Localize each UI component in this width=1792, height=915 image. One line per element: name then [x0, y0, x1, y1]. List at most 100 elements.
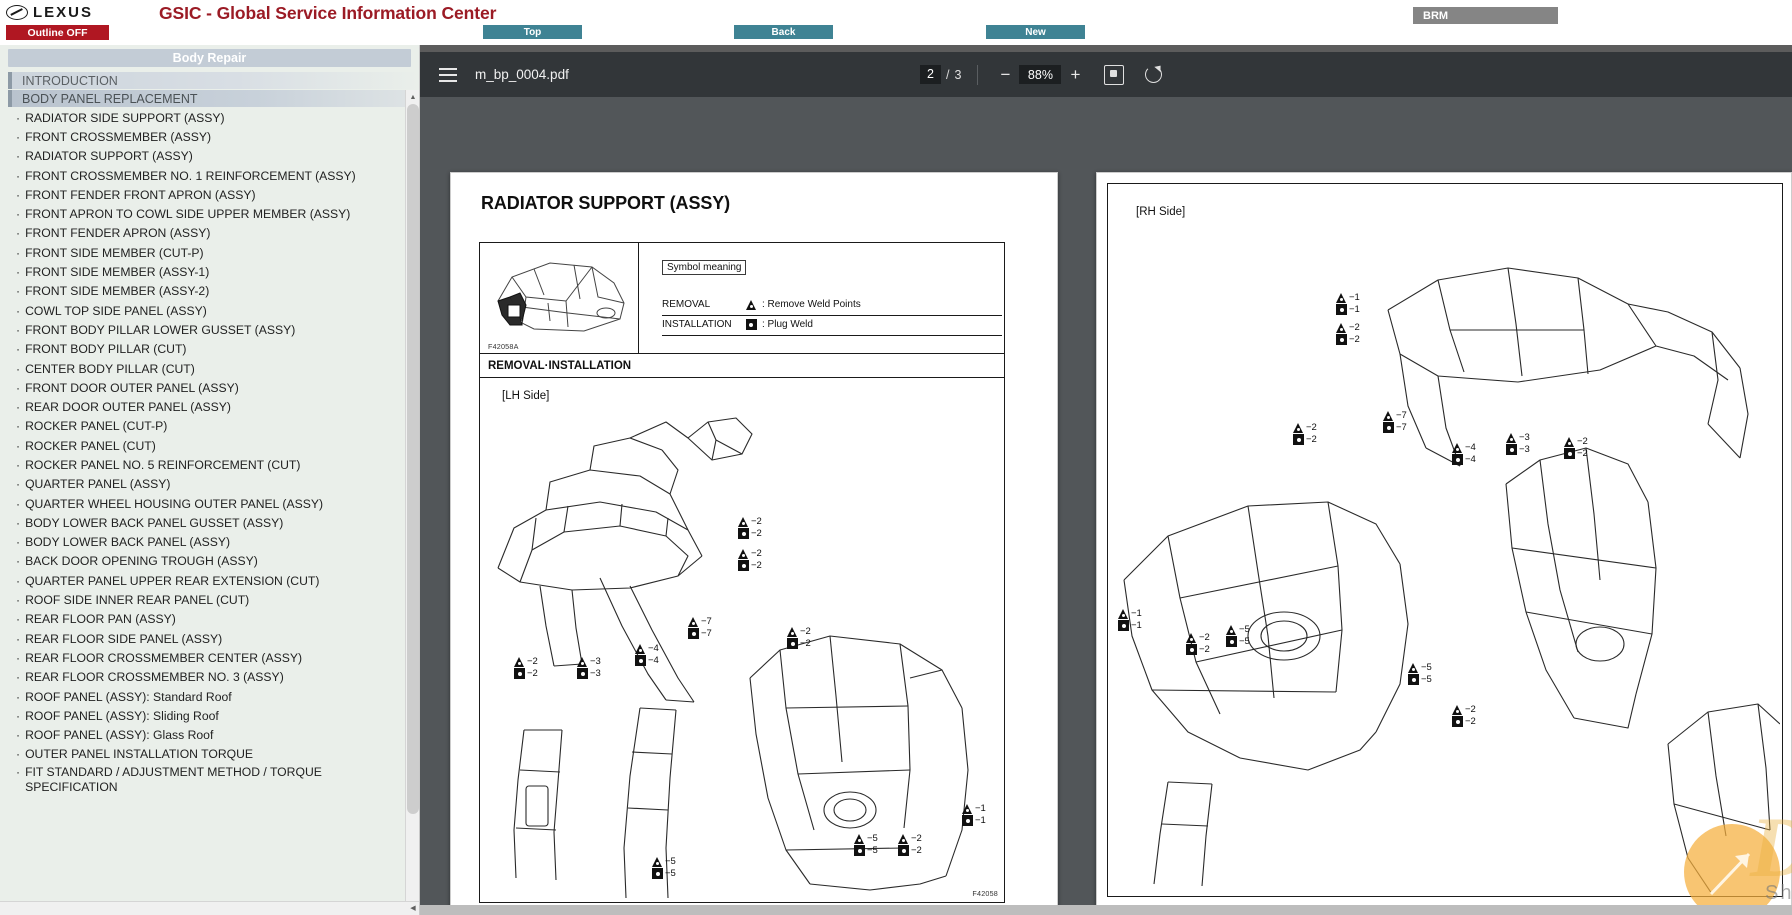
document-heading: RADIATOR SUPPORT (ASSY) — [481, 193, 731, 213]
toc-item-label: COWL TOP SIDE PANEL (ASSY) — [25, 303, 207, 318]
lexus-emblem-icon — [6, 5, 28, 20]
toc-item[interactable]: · ROOF SIDE INNER REAR PANEL (CUT) — [0, 590, 419, 609]
rotate-icon[interactable] — [1144, 62, 1165, 85]
callout-group: −2 −2 — [1186, 632, 1210, 655]
zoom-in-button[interactable]: + — [1064, 64, 1086, 86]
callout-group: −1 −1 — [1336, 292, 1360, 315]
hamburger-menu-icon[interactable] — [439, 64, 461, 86]
nav-top-button[interactable]: Top — [483, 25, 582, 39]
toc-item[interactable]: · FRONT CROSSMEMBER NO. 1 REINFORCEMENT (… — [0, 166, 419, 185]
callout-group: −2 −2 — [787, 626, 811, 649]
toc-item[interactable]: · QUARTER WHEEL HOUSING OUTER PANEL (ASSY… — [0, 494, 419, 513]
toc-item-label: ROCKER PANEL (CUT-P) — [25, 419, 168, 434]
toc-bullet-icon: · — [16, 265, 21, 280]
toc-item[interactable]: · FRONT APRON TO COWL SIDE UPPER MEMBER (… — [0, 204, 419, 223]
toc-item[interactable]: · FRONT BODY PILLAR LOWER GUSSET (ASSY) — [0, 320, 419, 339]
toc-item[interactable]: · ROCKER PANEL NO. 5 REINFORCEMENT (CUT) — [0, 455, 419, 474]
toc-item[interactable]: · BODY LOWER BACK PANEL GUSSET (ASSY) — [0, 513, 419, 532]
scroll-up-arrow-icon[interactable]: ▲ — [406, 90, 419, 104]
toc-item[interactable]: · OUTER PANEL INSTALLATION TORQUE — [0, 745, 419, 764]
toc-item[interactable]: · REAR FLOOR CROSSMEMBER CENTER (ASSY) — [0, 648, 419, 667]
sidebar-scroll-thumb[interactable] — [407, 104, 419, 814]
toc-item-label: CENTER BODY PILLAR (CUT) — [25, 361, 195, 376]
toc-item[interactable]: · RADIATOR SIDE SUPPORT (ASSY) — [0, 108, 419, 127]
toc-item[interactable]: · FRONT DOOR OUTER PANEL (ASSY) — [0, 378, 419, 397]
toc-item[interactable]: · FRONT SIDE MEMBER (ASSY-2) — [0, 282, 419, 301]
callout-group: −2 −2 — [1336, 322, 1360, 345]
toc-item[interactable]: · FRONT FENDER FRONT APRON (ASSY) — [0, 185, 419, 204]
top-brand-bar: LEXUS GSIC - Global Service Information … — [0, 0, 1792, 45]
toc-item[interactable]: · ROOF PANEL (ASSY): Sliding Roof — [0, 706, 419, 725]
toc-bullet-icon: · — [16, 496, 21, 511]
toc-item[interactable]: · FRONT FENDER APRON (ASSY) — [0, 224, 419, 243]
toc-item-label: BODY LOWER BACK PANEL (ASSY) — [25, 535, 231, 550]
callout-group: −5 −5 — [1408, 662, 1432, 685]
toc-item[interactable]: · FRONT CROSSMEMBER (ASSY) — [0, 127, 419, 146]
toc-item-list: · RADIATOR SIDE SUPPORT (ASSY) · FRONT CROS… — [0, 108, 419, 794]
scroll-left-arrow-icon[interactable]: ◀ — [406, 901, 419, 915]
vehicle-body-thumbnail-icon — [497, 262, 625, 332]
toc-item[interactable]: · REAR FLOOR SIDE PANEL (ASSY) — [0, 629, 419, 648]
nav-new-button[interactable]: New — [986, 25, 1085, 39]
pdf-scroll-area[interactable]: RADIATOR SUPPORT (ASSY) F42058A Symbol m… — [420, 97, 1792, 915]
toc-item[interactable]: · RADIATOR SUPPORT (ASSY) — [0, 147, 419, 166]
zoom-level-value[interactable]: 88% — [1019, 65, 1062, 84]
toc-item-label: ROOF PANEL (ASSY): Sliding Roof — [25, 708, 219, 723]
toc-item[interactable]: · ROCKER PANEL (CUT-P) — [0, 417, 419, 436]
sidebar-vertical-scrollbar[interactable]: ▲ ▼ — [405, 90, 419, 915]
manual-code-badge[interactable]: BRM — [1413, 7, 1558, 24]
toc-item-label: ROOF PANEL (ASSY): Glass Roof — [25, 728, 214, 743]
sidebar-section-label: INTRODUCTION — [22, 73, 118, 88]
toc-item-label: BODY LOWER BACK PANEL GUSSET (ASSY) — [25, 515, 284, 530]
toc-bullet-icon: · — [16, 129, 21, 144]
toc-item[interactable]: · REAR FLOOR PAN (ASSY) — [0, 610, 419, 629]
fit-page-icon[interactable] — [1104, 64, 1125, 85]
toc-bullet-icon: · — [16, 207, 21, 222]
toc-item[interactable]: · REAR FLOOR CROSSMEMBER NO. 3 (ASSY) — [0, 668, 419, 687]
sidebar-section-body-panel-replacement[interactable]: BODY PANEL REPLACEMENT — [8, 90, 419, 107]
rh-side-label: [RH Side] — [1136, 206, 1186, 218]
toc-item[interactable]: · CENTER BODY PILLAR (CUT) — [0, 359, 419, 378]
nav-back-button[interactable]: Back — [734, 25, 833, 39]
zoom-out-button[interactable]: − — [994, 64, 1016, 86]
toc-item[interactable]: · BODY LOWER BACK PANEL (ASSY) — [0, 533, 419, 552]
toc-bullet-icon: · — [16, 728, 21, 743]
pdf-toolbar-controls: 2 / 3 − 88% + — [920, 62, 1165, 86]
toc-item-label: FRONT FENDER APRON (ASSY) — [25, 226, 211, 241]
toc-item-label: FRONT SIDE MEMBER (ASSY-1) — [25, 265, 210, 280]
toc-item[interactable]: · ROOF PANEL (ASSY): Glass Roof — [0, 726, 419, 745]
toc-item[interactable]: · FRONT SIDE MEMBER (ASSY-1) — [0, 262, 419, 281]
toc-bullet-icon: · — [16, 419, 21, 434]
callout-group: −3 −3 — [577, 656, 601, 679]
toc-item[interactable]: · ROCKER PANEL (CUT) — [0, 436, 419, 455]
page-number-input[interactable]: 2 — [920, 65, 941, 84]
outline-toggle-button[interactable]: Outline OFF — [6, 25, 109, 40]
callout-group: −2 −2 — [738, 548, 762, 571]
toc-bullet-icon: · — [16, 438, 21, 453]
toc-item[interactable]: · COWL TOP SIDE PANEL (ASSY) — [0, 301, 419, 320]
callout-group: −1 −1 — [1118, 608, 1142, 631]
toc-item-label: QUARTER PANEL UPPER REAR EXTENSION (CUT) — [25, 573, 320, 588]
toc-bullet-icon: · — [16, 245, 21, 260]
sidebar-section-introduction[interactable]: INTRODUCTION — [8, 72, 419, 89]
toc-bullet-icon: · — [16, 612, 21, 627]
toc-item[interactable]: · FIT STANDARD / ADJUSTMENT METHOD / TORQ… — [0, 764, 419, 794]
toc-item[interactable]: · QUARTER PANEL (ASSY) — [0, 475, 419, 494]
callout-group: −3 −3 — [1506, 432, 1530, 455]
callout-group: −2 −2 — [1293, 422, 1317, 445]
callout-group: −5 −5 — [854, 833, 878, 856]
toc-item[interactable]: · FRONT SIDE MEMBER (CUT-P) — [0, 243, 419, 262]
toc-item[interactable]: · FRONT BODY PILLAR (CUT) — [0, 340, 419, 359]
toc-item[interactable]: · BACK DOOR OPENING TROUGH (ASSY) — [0, 552, 419, 571]
toc-sidebar: Body Repair INTRODUCTION BODY PANEL REPL… — [0, 45, 420, 915]
sidebar-section-label: BODY PANEL REPLACEMENT — [22, 91, 198, 106]
toc-item[interactable]: · ROOF PANEL (ASSY): Standard Roof — [0, 687, 419, 706]
sidebar-horizontal-scrollbar[interactable] — [0, 901, 419, 915]
toc-bullet-icon: · — [16, 765, 21, 780]
toc-item[interactable]: · QUARTER PANEL UPPER REAR EXTENSION (CUT… — [0, 571, 419, 590]
pdf-page-left: RADIATOR SUPPORT (ASSY) F42058A Symbol m… — [450, 172, 1058, 915]
application-root: LEXUS GSIC - Global Service Information … — [0, 0, 1792, 915]
toc-bullet-icon: · — [16, 650, 21, 665]
toc-item[interactable]: · REAR DOOR OUTER PANEL (ASSY) — [0, 397, 419, 416]
lh-side-label: [LH Side] — [502, 390, 550, 402]
